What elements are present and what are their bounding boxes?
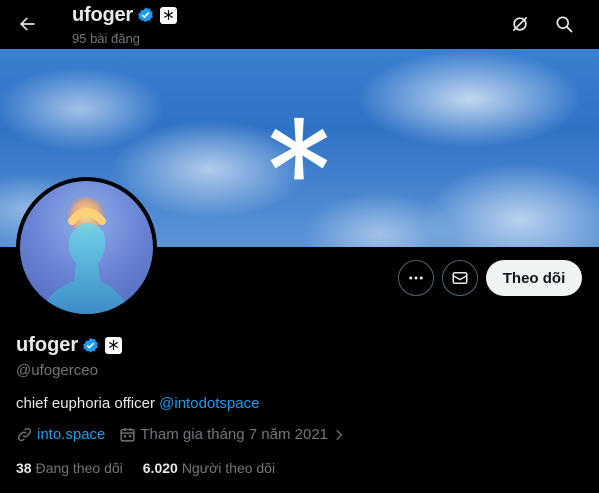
chevron-right-icon[interactable] <box>332 428 346 442</box>
profile-meta: into.space Tham gia tháng 7 năm 2021 <box>16 426 346 443</box>
following-stat[interactable]: 38 Đang theo dõi <box>16 460 123 476</box>
profile-stats: 38 Đang theo dõi 6.020 Người theo dõi <box>16 460 275 476</box>
verified-badge-icon <box>136 6 155 25</box>
avatar-image <box>20 181 153 314</box>
header-name: ufoger <box>72 4 134 26</box>
calendar-icon <box>120 428 135 442</box>
asterisk-logo-icon <box>270 117 328 180</box>
avatar[interactable] <box>16 177 157 318</box>
header-title: ufoger <box>72 4 178 27</box>
followers-label: Người theo dõi <box>181 460 276 476</box>
profile-name: ufoger <box>16 334 79 356</box>
following-label: Đang theo dõi <box>35 460 123 476</box>
post-count: 95 bài đăng <box>72 31 140 46</box>
profile-bio: chief euphoria officer @intodotspace <box>16 395 259 412</box>
bio-text: chief euphoria officer <box>16 395 160 412</box>
verified-badge-icon[interactable] <box>81 336 100 355</box>
message-button[interactable] <box>442 260 478 296</box>
link-icon <box>17 427 32 442</box>
bio-mention-link[interactable]: @intodotspace <box>159 395 259 412</box>
follow-button[interactable]: Theo dõi <box>486 260 582 296</box>
affiliate-badge-icon[interactable] <box>160 7 178 24</box>
affiliate-badge-icon[interactable] <box>105 337 123 354</box>
grok-icon <box>512 16 528 32</box>
back-button[interactable] <box>10 7 44 41</box>
joined-date: Tham gia tháng 7 năm 2021 <box>140 426 329 443</box>
avatar-figure <box>40 197 132 314</box>
more-button[interactable] <box>398 260 434 296</box>
profile-name-row: ufoger <box>16 334 123 357</box>
followers-count: 6.020 <box>142 460 178 476</box>
search-icon <box>556 16 573 33</box>
top-bar: ufoger 95 bài đăng <box>0 0 599 49</box>
followers-stat[interactable]: 6.020 Người theo dõi <box>143 460 275 476</box>
profile-handle: @ufogerceo <box>16 362 98 379</box>
search-button[interactable] <box>547 7 581 41</box>
more-icon <box>409 276 423 280</box>
envelope-icon <box>452 272 468 284</box>
following-count: 38 <box>16 460 32 476</box>
back-arrow-icon <box>20 17 35 31</box>
grok-button[interactable] <box>503 7 537 41</box>
website-link[interactable]: into.space <box>37 426 105 443</box>
